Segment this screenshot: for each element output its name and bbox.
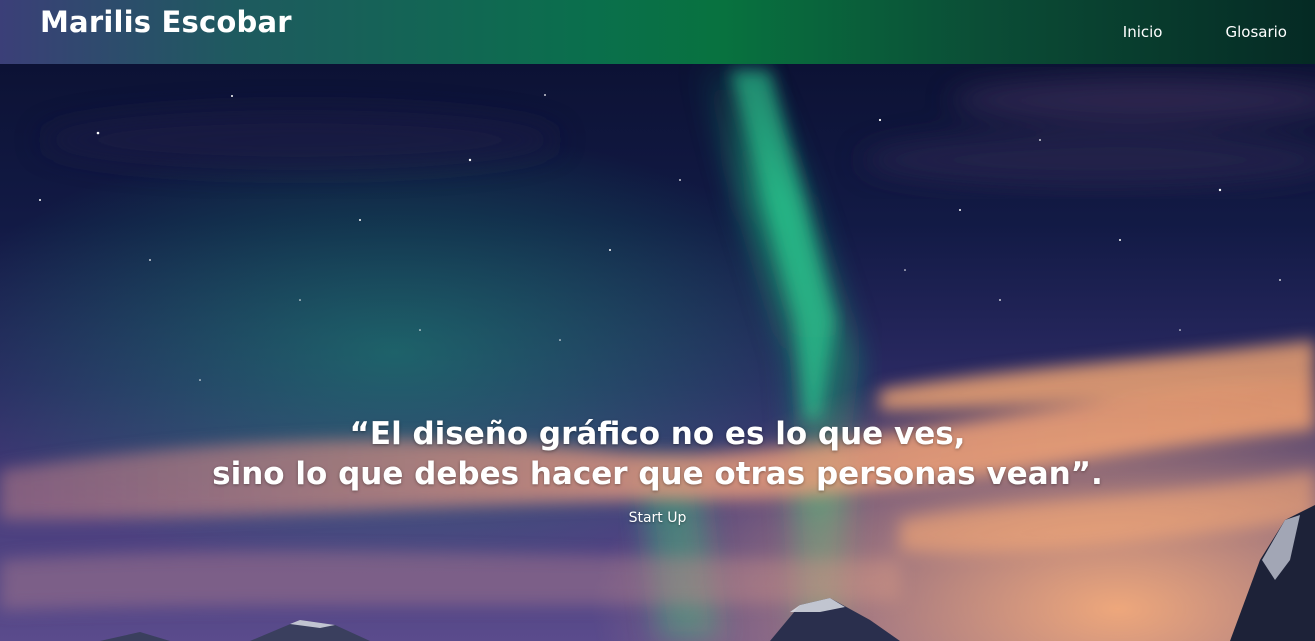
top-navbar: Marilis Escobar Inicio Glosario [0, 0, 1315, 64]
hero-background-image [0, 0, 1315, 641]
main-nav: Inicio Glosario [1123, 23, 1287, 41]
nav-link-inicio[interactable]: Inicio [1123, 23, 1163, 41]
hero-quote: “El diseño gráfico no es lo que ves, sin… [0, 414, 1315, 526]
page: Marilis Escobar Inicio Glosario “El dise… [0, 0, 1315, 641]
quote-line-1: “El diseño gráfico no es lo que ves, [349, 416, 966, 452]
site-brand[interactable]: Marilis Escobar [40, 5, 292, 39]
nav-link-glosario[interactable]: Glosario [1226, 23, 1288, 41]
quote-line-2: sino lo que debes hacer que otras person… [212, 456, 1103, 492]
start-up-link[interactable]: Start Up [629, 510, 687, 526]
